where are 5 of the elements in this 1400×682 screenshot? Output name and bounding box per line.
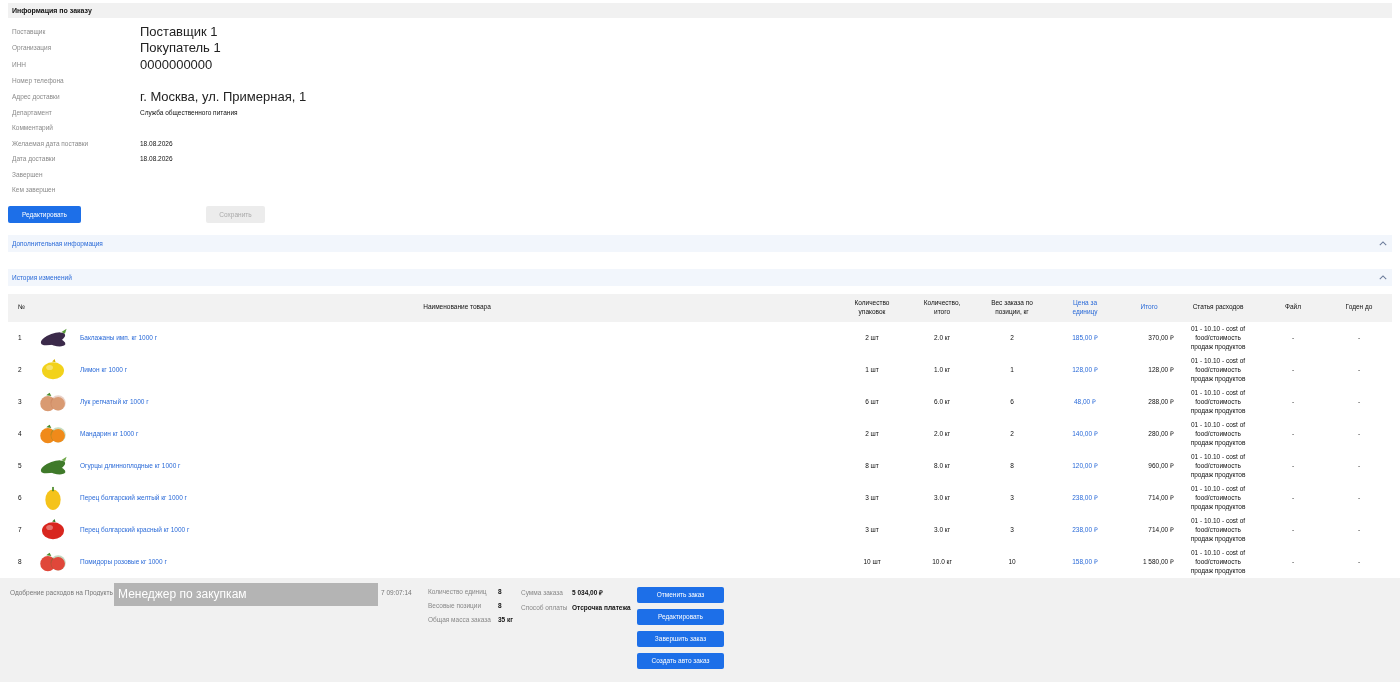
field-value: 0000000000 [140,56,213,72]
field-value: Покупатель 1 [140,40,221,56]
field-value: г. Москва, ул. Примерная, 1 [140,88,307,104]
field-value: Поставщик 1 [140,23,218,39]
tooltip: Менеджер по закупкам [114,582,378,606]
